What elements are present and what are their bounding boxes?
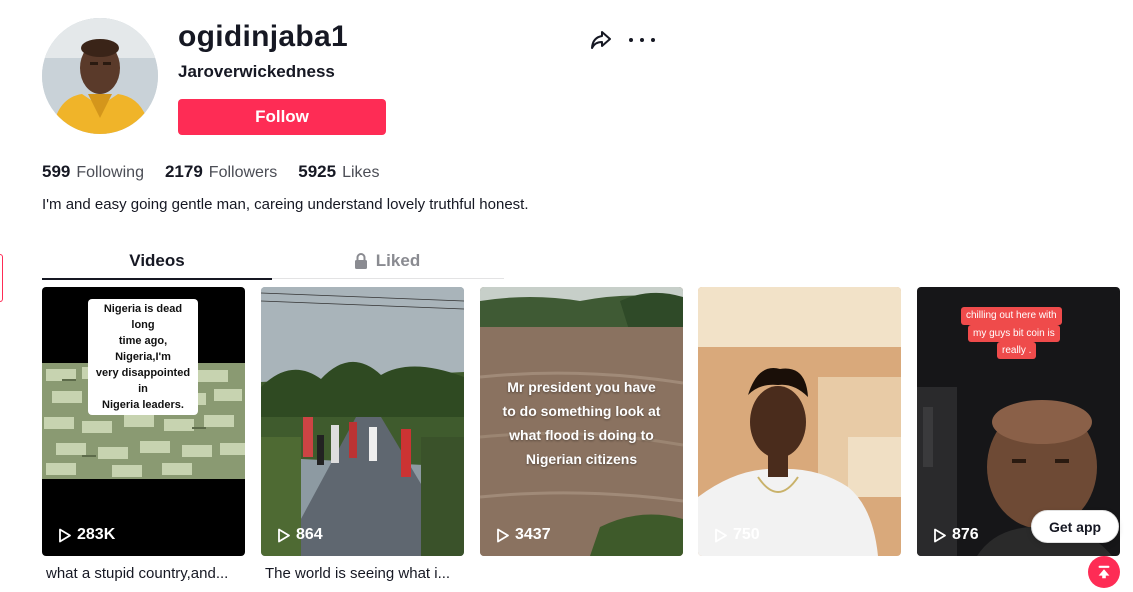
view-count: 3437 — [515, 526, 551, 543]
tab-label: Videos — [129, 251, 185, 270]
stat-likes: 5925 Likes — [298, 162, 379, 182]
more-dot — [651, 38, 655, 42]
play-icon — [59, 528, 71, 542]
share-icon[interactable] — [589, 28, 613, 52]
play-icon — [278, 528, 290, 542]
overlay-line: Nigeria leaders. — [102, 399, 184, 411]
back-to-top-icon — [1098, 565, 1110, 579]
video-card[interactable]: 750 — [698, 287, 901, 556]
left-edge-indicator — [0, 254, 3, 302]
play-icon — [715, 528, 727, 542]
get-app-button[interactable]: Get app — [1031, 510, 1119, 543]
video-overlay-caption: my guys bit coin is — [968, 325, 1060, 342]
stat-label: Likes — [342, 164, 380, 181]
overlay-line: my guys bit coin is — [973, 328, 1055, 339]
overlay-line: time ago, Nigeria,I'm — [115, 335, 171, 363]
view-count: 283K — [77, 526, 116, 543]
stat-label: Followers — [208, 164, 278, 181]
avatar[interactable] — [42, 18, 158, 134]
video-thumbnail — [261, 287, 464, 556]
tab-label: Liked — [375, 251, 421, 270]
stat-value: 2179 — [164, 162, 203, 181]
video-description[interactable]: The world is seeing what i... — [261, 565, 464, 582]
video-views: 864 — [277, 526, 323, 544]
overlay-line: chilling out here with — [966, 310, 1057, 321]
video-card[interactable]: Nigeria is dead long time ago, Nigeria,I… — [42, 287, 245, 556]
stat-value: 599 — [42, 162, 71, 181]
lock-icon — [354, 253, 367, 269]
avatar-image — [42, 18, 158, 134]
view-count: 864 — [296, 526, 323, 543]
active-tab-underline — [42, 278, 272, 280]
overlay-line: really . — [1002, 345, 1032, 356]
overlay-line: Nigeria is dead long — [103, 303, 183, 331]
video-views: 3437 — [496, 526, 551, 544]
play-icon — [934, 528, 946, 542]
more-dot — [629, 38, 633, 42]
video-description[interactable]: what a stupid country,and... — [42, 565, 245, 582]
view-count: 750 — [733, 526, 760, 543]
play-icon — [497, 528, 509, 542]
more-icon[interactable] — [629, 28, 655, 52]
follow-button[interactable]: Follow — [178, 99, 386, 135]
video-overlay-caption: Nigeria is dead long time ago, Nigeria,I… — [88, 299, 198, 415]
profile-bio: I'm and easy going gentle man, careing u… — [42, 196, 529, 213]
video-card[interactable]: Mr president you have to do something lo… — [480, 287, 683, 556]
video-views: 750 — [714, 526, 760, 544]
stat-label: Following — [76, 164, 144, 181]
profile-username: ogidinjaba1 — [178, 20, 348, 53]
back-to-top-button[interactable] — [1088, 556, 1120, 588]
overlay-line: what flood is doing to — [509, 427, 654, 443]
overlay-line: to do something look at — [502, 403, 661, 419]
overlay-line: Nigerian citizens — [525, 451, 638, 467]
profile-stats: 599 Following 2179 Followers 5925 Likes — [42, 162, 400, 182]
more-dot — [640, 38, 644, 42]
overlay-line: very disappointed in — [95, 367, 191, 395]
video-overlay-caption: chilling out here with — [961, 307, 1062, 325]
video-views: 876 — [933, 526, 979, 544]
video-views: 283K — [58, 526, 115, 544]
video-overlay-caption: really . — [997, 342, 1037, 359]
stat-following[interactable]: 599 Following — [42, 162, 144, 182]
profile-nickname: Jaroverwickedness — [178, 62, 335, 81]
view-count: 876 — [952, 526, 979, 543]
video-card[interactable]: 864 — [261, 287, 464, 556]
stat-followers[interactable]: 2179 Followers — [165, 162, 277, 182]
profile-tabs: Videos Liked — [42, 244, 504, 280]
video-overlay-caption: Mr president you have to do something lo… — [480, 375, 683, 471]
tab-liked[interactable]: Liked — [272, 244, 502, 278]
overlay-line: Mr president you have — [507, 379, 656, 395]
video-thumbnail — [698, 287, 901, 556]
stat-value: 5925 — [298, 162, 337, 181]
tab-videos[interactable]: Videos — [42, 244, 272, 278]
